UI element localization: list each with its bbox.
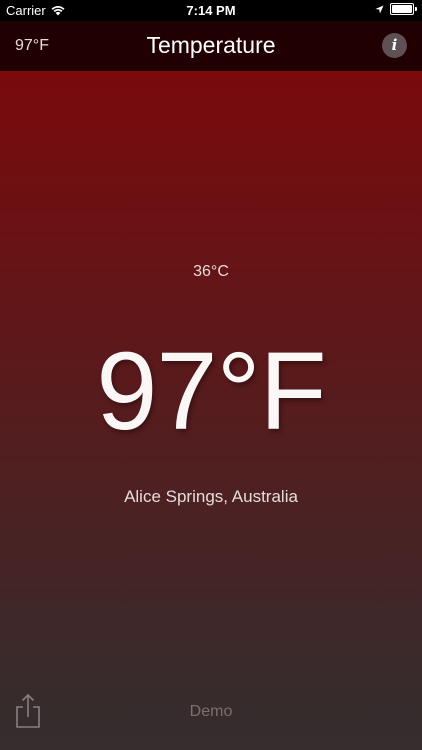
nav-bar: 97°F Temperature i: [0, 21, 422, 71]
info-button[interactable]: i: [382, 33, 407, 58]
status-right: [375, 3, 417, 15]
location-arrow-icon: [375, 4, 384, 14]
location-label: Alice Springs, Australia: [124, 487, 298, 506]
fahrenheit-temperature: 97°F: [96, 330, 327, 453]
celsius-temperature: 36°C: [193, 263, 229, 280]
status-time: 7:14 PM: [186, 3, 236, 18]
status-bar: Carrier 7:14 PM: [0, 0, 422, 21]
info-icon: i: [391, 36, 398, 54]
demo-button[interactable]: Demo: [0, 703, 422, 721]
app-screen: Carrier 7:14 PM 97°F Temperature i 36°C …: [0, 0, 422, 750]
page-title: Temperature: [146, 32, 276, 58]
battery-icon: [390, 3, 417, 15]
